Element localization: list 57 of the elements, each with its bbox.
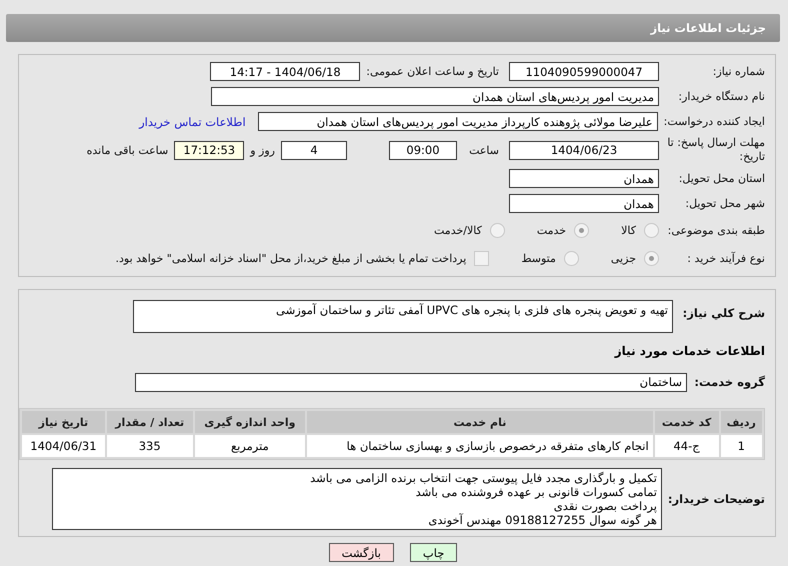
- option-label: کالا/خدمت: [434, 224, 482, 236]
- field-label: نوع فرآیند خرید :: [686, 252, 765, 264]
- back-button[interactable]: بازگشت: [328, 543, 394, 562]
- remaining-time-field: 17:12:53: [174, 140, 244, 160]
- field-label: تاریخ و ساعت اعلان عمومی:: [366, 65, 499, 78]
- field-label: روز و: [250, 144, 275, 156]
- description-field: تهیه و تعویض پنجره های فلزی با پنجره های UPVC آمفی تئاتر و ساختمان آموزشی: [133, 300, 673, 333]
- table-cell: 1: [720, 435, 762, 457]
- field-label: ساعت باقی مانده: [86, 144, 168, 156]
- option-label: خدمت: [536, 224, 566, 236]
- column-header: واحد اندازه گیری: [194, 411, 306, 433]
- print-button[interactable]: چاپ: [410, 543, 458, 562]
- buyer-org-field: مدیریت امور پردیس‌های استان همدان: [211, 87, 659, 106]
- section-heading: اطلاعات خدمات مورد نیاز: [614, 344, 765, 358]
- days-field: 4: [281, 140, 347, 160]
- page-title: جزئیات اطلاعات نیاز: [6, 14, 780, 42]
- deadline-time-field: 09:00: [389, 140, 457, 160]
- option-label: کالا: [621, 224, 636, 236]
- table-cell: مترمربع: [194, 435, 306, 457]
- table-cell: 1404/06/31: [22, 435, 105, 457]
- city-field: همدان: [509, 194, 659, 213]
- radio-button[interactable]: [644, 250, 659, 266]
- column-header: تعداد / مقدار: [106, 411, 193, 433]
- field-label: استان محل تحویل:: [678, 172, 765, 185]
- field-label: گروه خدمت:: [693, 375, 765, 389]
- checkbox[interactable]: [474, 250, 490, 266]
- table-cell: ج-44: [654, 435, 719, 457]
- field-label: ساعت: [468, 144, 499, 156]
- field-label: شرح کلي نیاز:: [682, 306, 765, 320]
- radio-button[interactable]: [574, 222, 590, 238]
- field-label: مهلت ارسال پاسخ: تا تاریخ:: [666, 136, 765, 164]
- option-label: جزیی: [610, 252, 636, 264]
- option-label: متوسط: [521, 252, 556, 264]
- field-label: طبقه بندی موضوعی:: [666, 224, 765, 236]
- column-header: نام خدمت: [307, 411, 653, 433]
- contact-link[interactable]: اطلاعات تماس خریدار: [139, 114, 246, 128]
- province-field: همدان: [509, 169, 659, 188]
- option-label: پرداخت تمام یا بخشی از مبلغ خرید،از محل "اسناد خزانه اسلامی" خواهد بود.: [116, 252, 466, 264]
- radio-button[interactable]: [644, 222, 659, 238]
- field-label: ایجاد کننده درخواست:: [664, 115, 765, 128]
- need-number-field: 1104090599000047: [509, 62, 659, 81]
- table-cell: انجام کارهای متفرقه درخصوص بازسازی و بهسازی ساختمان ها: [307, 435, 653, 457]
- announce-date-field: 1404/06/18 - 14:17: [210, 62, 360, 81]
- deadline-date-field: 1404/06/23: [509, 140, 659, 160]
- column-header: تاریخ نیاز: [22, 411, 105, 433]
- field-label: نام دستگاه خریدار:: [677, 90, 765, 103]
- column-header: کد خدمت: [654, 411, 719, 433]
- service-group-field: ساختمان: [135, 372, 687, 392]
- radio-button[interactable]: [490, 222, 505, 238]
- field-label: شهر محل تحویل:: [684, 197, 765, 210]
- radio-button[interactable]: [564, 250, 579, 266]
- requester-field: علیرضا مولائی پژوهنده کارپرداز مدیریت امور پردیس‌های استان همدان: [258, 112, 658, 131]
- field-label: شماره نیاز:: [712, 65, 765, 78]
- buyer-notes-field: تکمیل و بارگذاری مجدد فایل پیوستی جهت انتخاب برنده الزامی می باشد تمامی کسورات قانونی بر عهده فروشنده می باشد پرداخت بصورت نقدی هر گونه سوال 09188127255 مهندس آخوندی: [52, 468, 662, 530]
- table-cell: 335: [106, 435, 193, 457]
- field-label: توضیحات خریدار:: [668, 492, 765, 506]
- column-header: ردیف: [720, 411, 762, 433]
